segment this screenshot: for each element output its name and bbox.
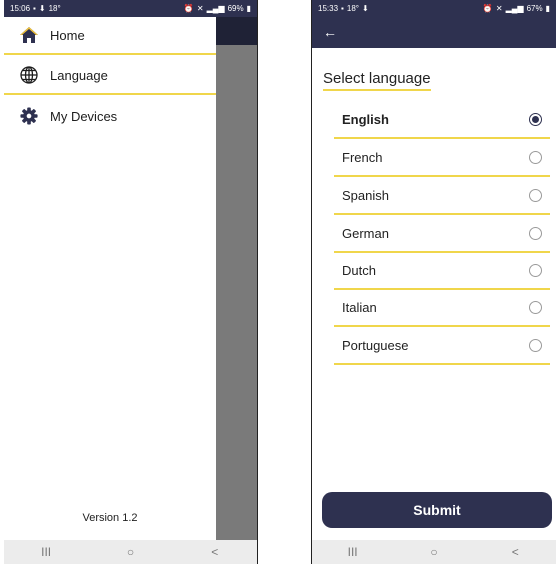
- language-option-spanish[interactable]: Spanish: [334, 178, 550, 215]
- app-version: Version 1.2: [82, 512, 138, 524]
- signal-icon: ▂▄▆: [505, 3, 524, 13]
- phone-left-screen: 15:06 ▪ ⬇ 18° ⏰ ✕ ▂▄▆ 69% ▮ Home Languag…: [4, 0, 258, 564]
- status-bar: 15:06 ▪ ⬇ 18° ⏰ ✕ ▂▄▆ 69% ▮: [4, 0, 257, 17]
- home-icon: [18, 24, 40, 46]
- language-label: French: [342, 150, 383, 165]
- drawer-item-label: Language: [50, 67, 108, 83]
- page-title: Select language: [323, 70, 431, 91]
- radio-button[interactable]: [529, 264, 542, 277]
- globe-icon: [18, 64, 40, 86]
- drawer-item-my-devices[interactable]: My Devices: [4, 97, 216, 135]
- app-bar: ←: [312, 17, 556, 48]
- language-label: Portuguese: [342, 338, 409, 353]
- language-option-italian[interactable]: Italian: [334, 290, 550, 327]
- alarm-icon: ⏰: [183, 3, 194, 13]
- language-label: English: [342, 112, 389, 127]
- gear-icon: [18, 105, 40, 127]
- language-label: German: [342, 226, 389, 241]
- language-option-dutch[interactable]: Dutch: [334, 253, 550, 290]
- radio-button[interactable]: [529, 301, 542, 314]
- message-icon: ▪: [341, 3, 344, 13]
- language-label: Spanish: [342, 188, 389, 203]
- drawer-item-home[interactable]: Home: [4, 17, 216, 55]
- home-button[interactable]: ○: [419, 545, 449, 559]
- battery-percent: 67%: [526, 4, 543, 13]
- mute-icon: ✕: [495, 3, 503, 13]
- language-option-english[interactable]: English: [334, 102, 550, 139]
- status-time: 15:33: [318, 4, 339, 13]
- submit-button[interactable]: Submit: [322, 492, 552, 528]
- language-label: Italian: [342, 300, 377, 315]
- radio-button[interactable]: [529, 339, 542, 352]
- status-bar: 15:33 ▪ 18° ⬇ ⏰ ✕ ▂▄▆ 67% ▮: [312, 0, 556, 17]
- status-temperature: 18°: [48, 4, 61, 13]
- alarm-icon: ⏰: [482, 3, 493, 13]
- download-icon: ⬇: [38, 3, 46, 13]
- back-nav-button[interactable]: <: [500, 545, 530, 559]
- back-button[interactable]: ←: [320, 22, 340, 42]
- radio-button[interactable]: [529, 189, 542, 202]
- drawer-item-language[interactable]: Language: [4, 57, 216, 95]
- message-icon: ▪: [33, 3, 36, 13]
- recents-button[interactable]: III: [338, 545, 368, 559]
- signal-icon: ▂▄▆: [206, 3, 225, 13]
- home-button[interactable]: ○: [115, 545, 145, 559]
- download-icon: ⬇: [361, 3, 369, 13]
- mute-icon: ✕: [196, 3, 204, 13]
- phone-right-screen: 15:33 ▪ 18° ⬇ ⏰ ✕ ▂▄▆ 67% ▮ ← Select lan…: [311, 0, 556, 564]
- battery-percent: 69%: [227, 4, 244, 13]
- drawer-scrim[interactable]: [216, 45, 257, 540]
- radio-button-selected[interactable]: [529, 113, 542, 126]
- radio-button[interactable]: [529, 151, 542, 164]
- status-time: 15:06: [10, 4, 31, 13]
- app-bar-behind-drawer: [216, 17, 257, 45]
- back-nav-button[interactable]: <: [200, 545, 230, 559]
- battery-icon: ▮: [246, 3, 251, 13]
- battery-icon: ▮: [545, 3, 550, 13]
- status-temperature: 18°: [346, 4, 359, 13]
- recents-button[interactable]: III: [31, 545, 61, 559]
- drawer-item-label: My Devices: [50, 108, 118, 124]
- navigation-drawer: Home Language My Devices Version 1.2: [4, 17, 216, 540]
- language-option-german[interactable]: German: [334, 216, 550, 253]
- system-nav-bar: III ○ <: [4, 540, 257, 564]
- system-nav-bar: III ○ <: [312, 540, 556, 564]
- language-option-portuguese[interactable]: Portuguese: [334, 328, 550, 365]
- radio-button[interactable]: [529, 227, 542, 240]
- language-label: Dutch: [342, 263, 376, 278]
- drawer-item-label: Home: [50, 27, 85, 43]
- language-option-french[interactable]: French: [334, 140, 550, 177]
